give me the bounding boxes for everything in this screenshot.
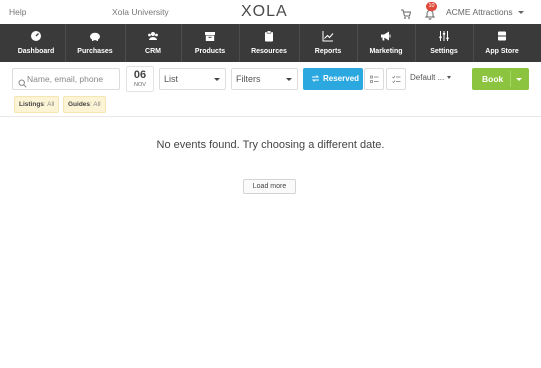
- nav-item-label: Dashboard: [17, 48, 55, 55]
- xola-logo: XOLA: [241, 3, 288, 20]
- checklist-view-button[interactable]: [386, 68, 406, 90]
- piggy-bank-icon: [89, 30, 101, 42]
- empty-state-message: No events found. Try choosing a differen…: [156, 139, 385, 151]
- nav-item-products[interactable]: Products: [182, 24, 238, 62]
- chip-label: Guides: [68, 101, 91, 108]
- nav-item-label: Products: [194, 48, 226, 55]
- filters-select[interactable]: Filters: [231, 68, 298, 90]
- chevron-down-icon[interactable]: [516, 78, 522, 81]
- book-button-divider: [510, 71, 511, 87]
- list-view-button[interactable]: [364, 68, 384, 90]
- search-input[interactable]: [27, 72, 119, 86]
- nav-item-purchases[interactable]: Purchases: [66, 24, 124, 62]
- nav-item-resources[interactable]: Resources: [240, 24, 298, 62]
- nav-item-label: Marketing: [369, 48, 403, 55]
- date-day: 06: [133, 69, 147, 81]
- search-icon: [18, 75, 27, 88]
- chip-label: Listings: [19, 101, 44, 108]
- gauge-icon: [30, 30, 42, 42]
- guides-filter-chip[interactable]: Guides: All: [63, 96, 106, 113]
- reserved-label: Reserved: [323, 74, 360, 83]
- chevron-down-icon: [286, 78, 292, 81]
- nav-item-label: Resources: [251, 48, 287, 55]
- load-more-button[interactable]: Load more: [243, 179, 296, 194]
- nav-item-label: Settings: [430, 48, 458, 55]
- sort-select[interactable]: Default ...: [410, 73, 452, 82]
- nav-item-dashboard[interactable]: Dashboard: [8, 24, 64, 62]
- list-icon: [370, 75, 379, 83]
- chip-value: : All: [90, 101, 101, 108]
- account-menu[interactable]: ACME Attractions: [446, 7, 513, 17]
- listings-filter-chip[interactable]: Listings: All: [14, 96, 60, 113]
- nav-item-app-store[interactable]: App Store: [474, 24, 530, 62]
- nav-item-marketing[interactable]: Marketing: [358, 24, 414, 62]
- filter-row: Listings: All Guides: All: [0, 95, 541, 117]
- nav-item-label: Purchases: [77, 48, 113, 55]
- filters-select-value: Filters: [236, 74, 261, 84]
- search-box: [12, 68, 120, 90]
- chevron-down-icon: [214, 78, 220, 81]
- chevron-down-icon[interactable]: [518, 11, 524, 14]
- app-store-icon: [496, 30, 508, 42]
- nav-item-label: App Store: [485, 48, 519, 55]
- date-picker[interactable]: 06 NOV: [126, 66, 154, 92]
- nav-item-reports[interactable]: Reports: [300, 24, 356, 62]
- nav-item-label: Reports: [314, 48, 342, 55]
- nav-item-settings[interactable]: Settings: [416, 24, 472, 62]
- top-bar: Help Xola University XOLA 10 ACME Attrac…: [0, 0, 541, 24]
- sort-select-value: Default ...: [410, 73, 445, 82]
- reserved-toggle[interactable]: Reserved: [303, 68, 363, 90]
- chevron-down-icon: [447, 76, 452, 80]
- clipboard-icon: [263, 30, 275, 42]
- people-icon: [147, 30, 159, 42]
- cart-icon[interactable]: [400, 7, 412, 19]
- view-select-value: List: [164, 74, 179, 84]
- notification-badge: 10: [426, 2, 437, 11]
- view-select[interactable]: List: [159, 68, 226, 90]
- book-button[interactable]: Book: [472, 68, 529, 90]
- book-button-label: Book: [482, 74, 504, 84]
- main-nav: Dashboard Purchases CRM Products Resourc…: [0, 24, 541, 62]
- sliders-icon: [438, 30, 450, 42]
- line-chart-icon: [322, 30, 334, 42]
- xola-university-link[interactable]: Xola University: [112, 7, 169, 17]
- checklist-icon: [392, 75, 401, 84]
- megaphone-icon: [380, 30, 392, 42]
- nav-item-crm[interactable]: CRM: [126, 24, 180, 62]
- swap-icon: [311, 74, 320, 83]
- chip-value: : All: [43, 101, 55, 108]
- box-icon: [204, 30, 216, 42]
- date-month: NOV: [134, 82, 146, 88]
- nav-item-label: CRM: [145, 48, 161, 55]
- toolbar: 06 NOV List Filters Reserved Default ...…: [0, 62, 541, 95]
- help-link[interactable]: Help: [9, 7, 26, 17]
